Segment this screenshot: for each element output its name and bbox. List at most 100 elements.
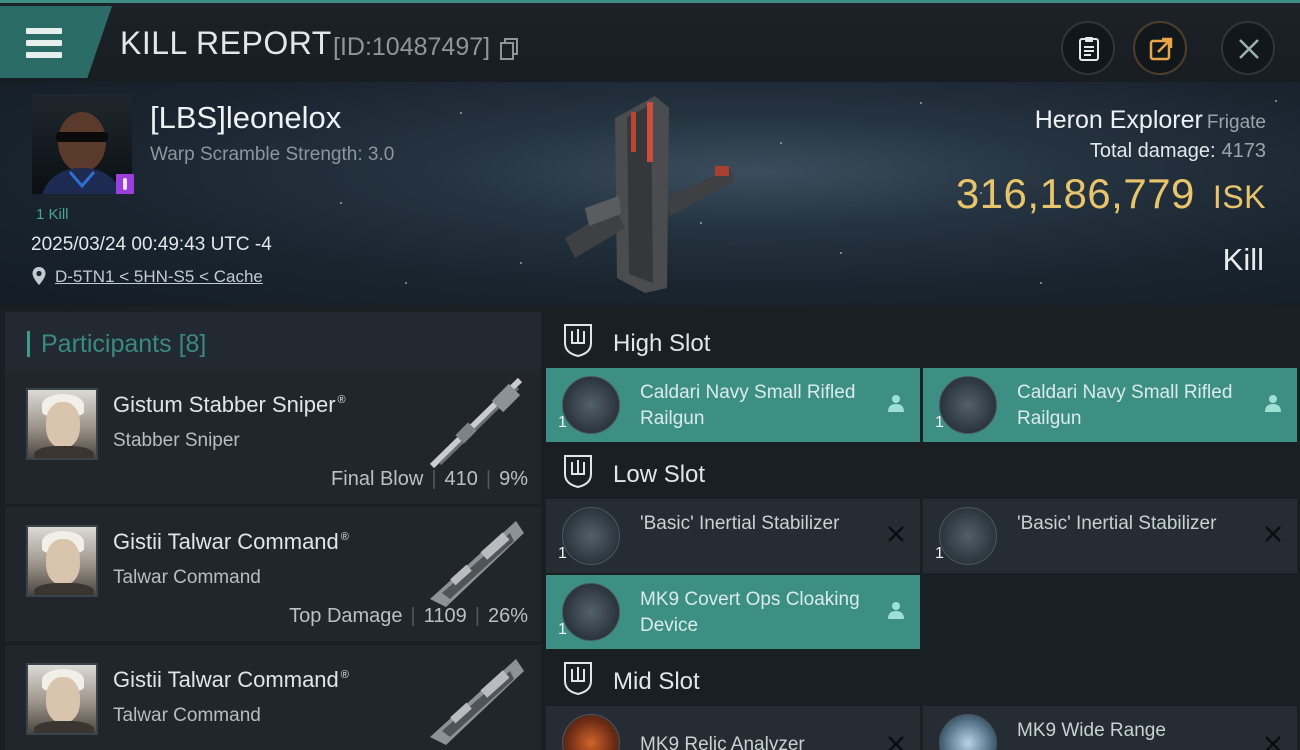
menu-button[interactable] (0, 6, 112, 78)
participant-card[interactable]: Gistii Talwar Command ® Talwar Command (5, 645, 541, 750)
participant-name[interactable]: Gistii Talwar Command ® (113, 667, 349, 693)
page-title: KILL REPORT (120, 25, 332, 61)
module-quantity: 1 (558, 414, 567, 431)
share-icon (1149, 37, 1173, 61)
hamburger-menu-icon (26, 28, 62, 58)
low-slot-icon (564, 455, 592, 488)
destroyed-x-icon (1265, 526, 1281, 542)
destroyed-x-icon (888, 736, 904, 750)
low-slot-header: Low Slot (541, 441, 1300, 503)
railgun-module-icon (939, 376, 997, 434)
location-pin-icon (32, 267, 46, 285)
inertial-stabilizer-icon (939, 507, 997, 565)
kill-datetime: 2025/03/24 00:49:43 UTC -4 (31, 234, 272, 255)
total-damage-value: 4173 (1221, 140, 1267, 162)
participant-card[interactable]: Gistii Talwar Command ® Talwar Command To… (5, 507, 541, 641)
ship-name-line: Heron Explorer Frigate (1035, 106, 1266, 135)
module-item[interactable]: MK9 Wide Range (923, 706, 1297, 750)
participant-damage: 1109 (423, 605, 467, 627)
railgun-weapon-icon (429, 377, 523, 469)
high-slot-icon (564, 324, 592, 357)
participants-count: [8] (178, 330, 207, 358)
module-name: MK9 Wide Range (1017, 720, 1166, 741)
total-damage-label: Total damage: (1089, 140, 1216, 162)
isk-value: 316,186,779 (955, 170, 1195, 217)
low-slot-title: Low Slot (613, 461, 706, 488)
dropped-person-icon (888, 602, 904, 619)
participant-name[interactable]: Gistii Talwar Command ® (113, 529, 349, 555)
module-item[interactable]: 1 Caldari Navy Small Rifled Railgun (546, 368, 920, 442)
kill-result-label: Kill (1222, 242, 1264, 277)
participant-ship: Talwar Command (113, 567, 261, 588)
participants-title: Participants [8] (41, 330, 207, 358)
participant-percent: 26% (487, 605, 528, 627)
kill-summary: [LBS]leonelox Warp Scramble Strength: 3.… (0, 82, 1300, 306)
clipboard-icon (1079, 37, 1099, 61)
module-item[interactable]: 1 'Basic' Inertial Stabilizer (546, 499, 920, 573)
module-item[interactable]: MK9 Relic Analyzer (546, 706, 920, 750)
high-slot-header: High Slot (541, 310, 1300, 372)
module-item[interactable]: 1 MK9 Covert Ops Cloaking Device (546, 575, 920, 649)
module-name: MK9 Covert Ops Cloaking Device (640, 589, 860, 636)
participant-avatar (26, 525, 98, 597)
header-accent-bar (27, 331, 30, 357)
talwar-ship-icon (430, 521, 524, 607)
kill-location-link[interactable]: D-5TN1 < 5HN-S5 < Cache (55, 267, 263, 287)
corp-badge-icon (116, 174, 134, 194)
talwar-ship-icon (430, 659, 524, 745)
mid-slot-title: Mid Slot (613, 668, 700, 695)
kill-count: 1 Kill (36, 206, 69, 223)
participant-tag: Top Damage (289, 605, 403, 627)
close-button[interactable] (1221, 21, 1275, 75)
module-quantity: 1 (935, 414, 944, 431)
module-name: MK9 Relic Analyzer (640, 734, 805, 750)
inertial-stabilizer-icon (562, 507, 620, 565)
mid-slot-icon (564, 662, 592, 695)
participant-avatar (26, 663, 98, 735)
destroyed-x-icon (888, 526, 904, 542)
participant-card[interactable]: Gistum Stabber Sniper ® Stabber Sniper Fi… (5, 370, 541, 504)
participant-ship: Talwar Command (113, 705, 261, 726)
warp-scramble-strength: Warp Scramble Strength: 3.0 (150, 144, 395, 165)
railgun-module-icon (562, 376, 620, 434)
ship-class: Frigate (1206, 112, 1266, 133)
total-damage-line: Total damage: 4173 (1090, 140, 1266, 163)
relic-analyzer-icon (562, 714, 620, 750)
module-name: 'Basic' Inertial Stabilizer (1017, 513, 1217, 534)
participant-avatar (26, 388, 98, 460)
share-button[interactable] (1133, 21, 1187, 75)
high-slot-title: High Slot (613, 330, 711, 357)
ship-name[interactable]: Heron Explorer (1035, 106, 1203, 134)
clipboard-button[interactable] (1061, 21, 1115, 75)
copy-icon[interactable] (500, 38, 518, 60)
isk-value-line: 316,186,779 ISK (956, 170, 1266, 218)
victim-name[interactable]: [LBS]leonelox (150, 100, 341, 136)
participants-panel: Participants [8] Gistum Stabber Sniper ® … (0, 306, 541, 750)
dropped-person-icon (1265, 395, 1281, 412)
module-item[interactable]: 1 'Basic' Inertial Stabilizer (923, 499, 1297, 573)
ship-render-image[interactable] (555, 88, 745, 303)
participant-ship: Stabber Sniper (113, 430, 240, 451)
top-bar: KILL REPORT [ID:10487497] (0, 0, 1300, 82)
participant-tag: Final Blow (331, 468, 424, 490)
module-name: 'Basic' Inertial Stabilizer (640, 513, 840, 534)
wide-range-module-icon (939, 714, 997, 750)
cloaking-device-icon (562, 583, 620, 641)
module-name: Caldari Navy Small Rifled Railgun (640, 382, 856, 429)
participant-stats: Final Blow | 410 | 9% (331, 468, 528, 490)
report-id: [ID:10487497] (333, 33, 491, 61)
module-quantity: 1 (935, 545, 944, 562)
close-icon (1239, 39, 1259, 59)
fitting-panel: High Slot 1 Caldari Navy Small Rifled Ra… (541, 306, 1300, 750)
participant-stats: Top Damage | 1109 | 26% (289, 605, 528, 627)
participant-percent: 9% (499, 468, 528, 490)
isk-unit: ISK (1212, 179, 1266, 215)
module-item[interactable]: 1 Caldari Navy Small Rifled Railgun (923, 368, 1297, 442)
participant-name[interactable]: Gistum Stabber Sniper ® (113, 392, 346, 418)
module-quantity: 1 (558, 621, 567, 638)
participants-header[interactable]: Participants [8] (5, 312, 541, 370)
module-quantity: 1 (558, 545, 567, 562)
participant-damage: 410 (444, 468, 478, 490)
destroyed-x-icon (1265, 736, 1281, 750)
dropped-person-icon (888, 395, 904, 412)
